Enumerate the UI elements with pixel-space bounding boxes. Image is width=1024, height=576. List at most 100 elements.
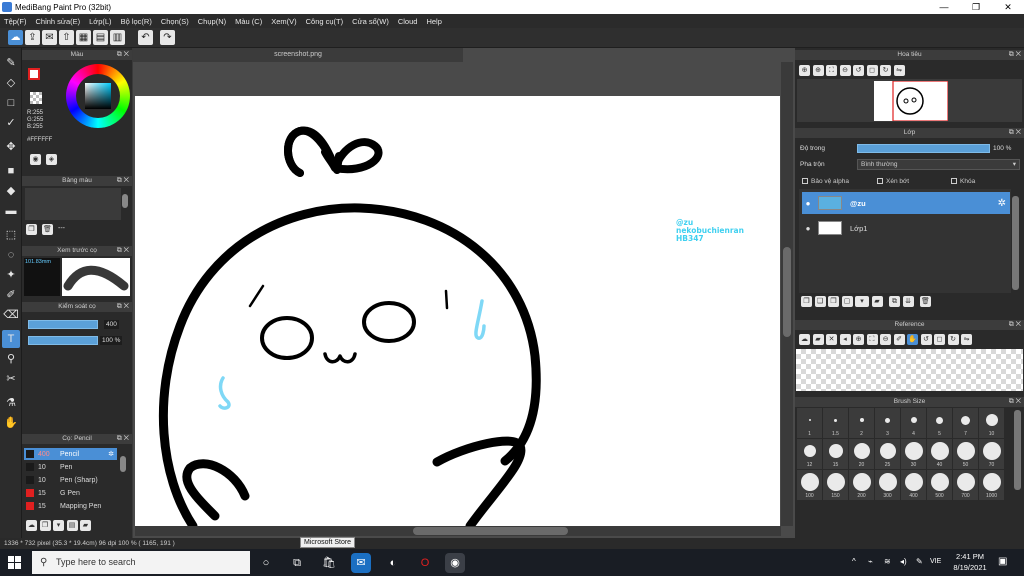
clock[interactable]: 2:41 PM 8/19/2021 <box>950 551 990 573</box>
brush-copy-icon[interactable]: ▤ <box>66 520 78 531</box>
brush-opacity-slider[interactable] <box>28 336 98 345</box>
brush-size-cell[interactable]: 400 <box>901 470 926 500</box>
select-pen-icon[interactable]: ✐ <box>2 286 20 304</box>
cloud-icon[interactable]: ☁ <box>8 30 23 45</box>
ref-dropper-icon[interactable]: ✐ <box>893 334 905 345</box>
redo-icon[interactable]: ↷ <box>160 30 175 45</box>
menu-layer[interactable]: Lớp(L) <box>89 17 111 26</box>
menu-tools[interactable]: Công cụ(T) <box>306 17 344 26</box>
brush-size-cell[interactable]: 1 <box>797 408 822 438</box>
chrome-icon[interactable]: ◉ <box>445 553 465 573</box>
menu-capture[interactable]: Chụp(N) <box>198 17 226 26</box>
canvas[interactable]: @zu nekobuchienran HB347 <box>135 96 780 526</box>
protect-alpha-checkbox[interactable]: Bảo vệ alpha <box>802 178 849 185</box>
zoom-in2-icon[interactable]: ⊕ <box>812 65 824 76</box>
new-layer-icon[interactable]: ❐ <box>801 296 812 307</box>
notification-icon[interactable]: ▣ <box>998 556 1007 567</box>
vector-tool-icon[interactable]: ✓ <box>2 114 20 132</box>
rotate-left-icon[interactable]: ↺ <box>853 65 864 76</box>
task-view-icon[interactable]: ⧉ <box>287 553 307 573</box>
ref-close-icon[interactable]: ✕ <box>826 334 837 345</box>
canvas-horizontal-scrollbar[interactable] <box>135 526 781 536</box>
rect-fill-icon[interactable]: ■ <box>2 162 20 180</box>
maximize-button[interactable]: ❐ <box>960 0 992 14</box>
minimize-button[interactable]: — <box>928 0 960 14</box>
ref-zoom-in-icon[interactable]: ⊕ <box>853 334 864 345</box>
add-brush-icon[interactable]: ❐ <box>39 520 51 531</box>
new-1bit-layer-icon[interactable]: ▢ <box>841 296 853 307</box>
microsoft-store-icon[interactable]: 🛍 <box>319 553 339 573</box>
layer-row-lop1[interactable]: ● Lớp1 <box>802 217 1010 239</box>
brush-size-cell[interactable]: 200 <box>849 470 874 500</box>
dot-tool-icon[interactable]: □ <box>2 94 20 112</box>
brush-item-pen[interactable]: 10 Pen <box>24 461 117 473</box>
pen-icon[interactable]: ✎ <box>916 557 923 566</box>
ref-actual-icon[interactable]: ◻ <box>934 334 945 345</box>
brush-size-cell[interactable]: 20 <box>849 439 874 469</box>
select-eraser-icon[interactable]: ⌫ <box>2 306 20 324</box>
eraser-tool-icon[interactable]: ◇ <box>2 74 20 92</box>
brush-size-cell[interactable]: 500 <box>927 470 952 500</box>
menu-edit[interactable]: Chỉnh sửa(E) <box>36 17 81 26</box>
brush-size-cell[interactable]: 10 <box>979 408 1004 438</box>
menu-color[interactable]: Màu (C) <box>235 17 262 26</box>
comment-icon[interactable]: ✉ <box>42 30 57 45</box>
menu-help[interactable]: Help <box>426 17 441 26</box>
wifi-icon[interactable]: ≋ <box>884 557 891 566</box>
new-halftone-layer-icon[interactable]: ❑ <box>814 296 826 307</box>
ref-hand-icon[interactable]: ✋ <box>907 334 918 345</box>
text-tool-icon[interactable]: T <box>2 330 20 348</box>
ref-flip-icon[interactable]: ⇋ <box>961 334 972 345</box>
brush-tool-icon[interactable]: ✎ <box>2 54 20 72</box>
brush-size-scrollbar[interactable] <box>1014 410 1021 490</box>
menu-select[interactable]: Chọn(S) <box>161 17 189 26</box>
brush-size-cell[interactable]: 12 <box>797 439 822 469</box>
actual-size-icon[interactable]: ◻ <box>866 65 878 76</box>
delete-palette-icon[interactable]: 🗑 <box>42 224 53 235</box>
panel-layout2-icon[interactable]: ▥ <box>110 30 125 45</box>
zoom-in-icon[interactable]: ⊕ <box>799 65 810 76</box>
ref-rotate-left-icon[interactable]: ↺ <box>920 334 932 345</box>
layer-folder-icon[interactable]: ▰ <box>871 296 883 307</box>
duplicate-layer-icon[interactable]: ⧉ <box>889 296 900 307</box>
lasso-tool-icon[interactable]: ◌ <box>2 246 20 264</box>
network-icon[interactable]: ⌁ <box>868 557 873 566</box>
brush-size-cell[interactable]: 700 <box>953 470 978 500</box>
palette-scrollbar[interactable] <box>122 194 128 208</box>
delete-layer-icon[interactable]: 🗑 <box>920 296 931 307</box>
zoom-out-icon[interactable]: ⊖ <box>839 65 851 76</box>
taskbar-search-input[interactable]: ⚲ Type here to search <box>32 551 250 574</box>
brush-size-cell[interactable]: 30 <box>901 439 926 469</box>
blend-mode-select[interactable]: Bình thường ▾ <box>857 159 1020 170</box>
ref-cloud-icon[interactable]: ☁ <box>799 334 810 345</box>
brush-item-pencil[interactable]: 400 Pencil ✲ <box>24 448 117 460</box>
grid-icon[interactable]: ▦ <box>76 30 91 45</box>
cortana-icon[interactable]: ○ <box>256 553 276 573</box>
gear-icon[interactable]: ✲ <box>108 450 114 458</box>
lock-checkbox[interactable]: Khóa <box>951 178 975 185</box>
palette-icon[interactable]: ◉ <box>30 154 41 165</box>
layer-scrollbar[interactable] <box>1012 196 1019 290</box>
upload-icon[interactable]: ⇪ <box>25 30 40 45</box>
layer-add-menu-icon[interactable]: ▾ <box>855 296 869 307</box>
brush-size-cell[interactable]: 70 <box>979 439 1004 469</box>
brush-item-g-pen[interactable]: 15 G Pen <box>24 487 117 499</box>
layer-opacity-slider[interactable] <box>857 144 990 153</box>
bucket-icon[interactable]: ◆ <box>2 182 20 200</box>
brush-size-cell[interactable]: 150 <box>823 470 848 500</box>
vertical-scroll-thumb[interactable] <box>783 247 791 337</box>
clipping-checkbox[interactable]: Xén bớt <box>877 178 909 185</box>
document-tab[interactable]: screenshot.png <box>133 48 463 62</box>
background-color-swatch[interactable] <box>30 92 42 104</box>
reference-view[interactable] <box>796 349 1023 391</box>
new-8bit-layer-icon[interactable]: ❒ <box>828 296 839 307</box>
color-wheel[interactable] <box>66 64 130 128</box>
eyedropper-icon[interactable]: ⚗ <box>2 394 20 412</box>
panel-layout-icon[interactable]: ▤ <box>93 30 108 45</box>
palette-area[interactable] <box>25 188 121 220</box>
menu-file[interactable]: Tệp(F) <box>4 17 27 26</box>
undo-icon[interactable]: ↶ <box>138 30 153 45</box>
fit-icon[interactable]: ⛶ <box>826 65 837 76</box>
brush-size-cell[interactable]: 25 <box>875 439 900 469</box>
windows-start-icon[interactable] <box>8 556 21 569</box>
